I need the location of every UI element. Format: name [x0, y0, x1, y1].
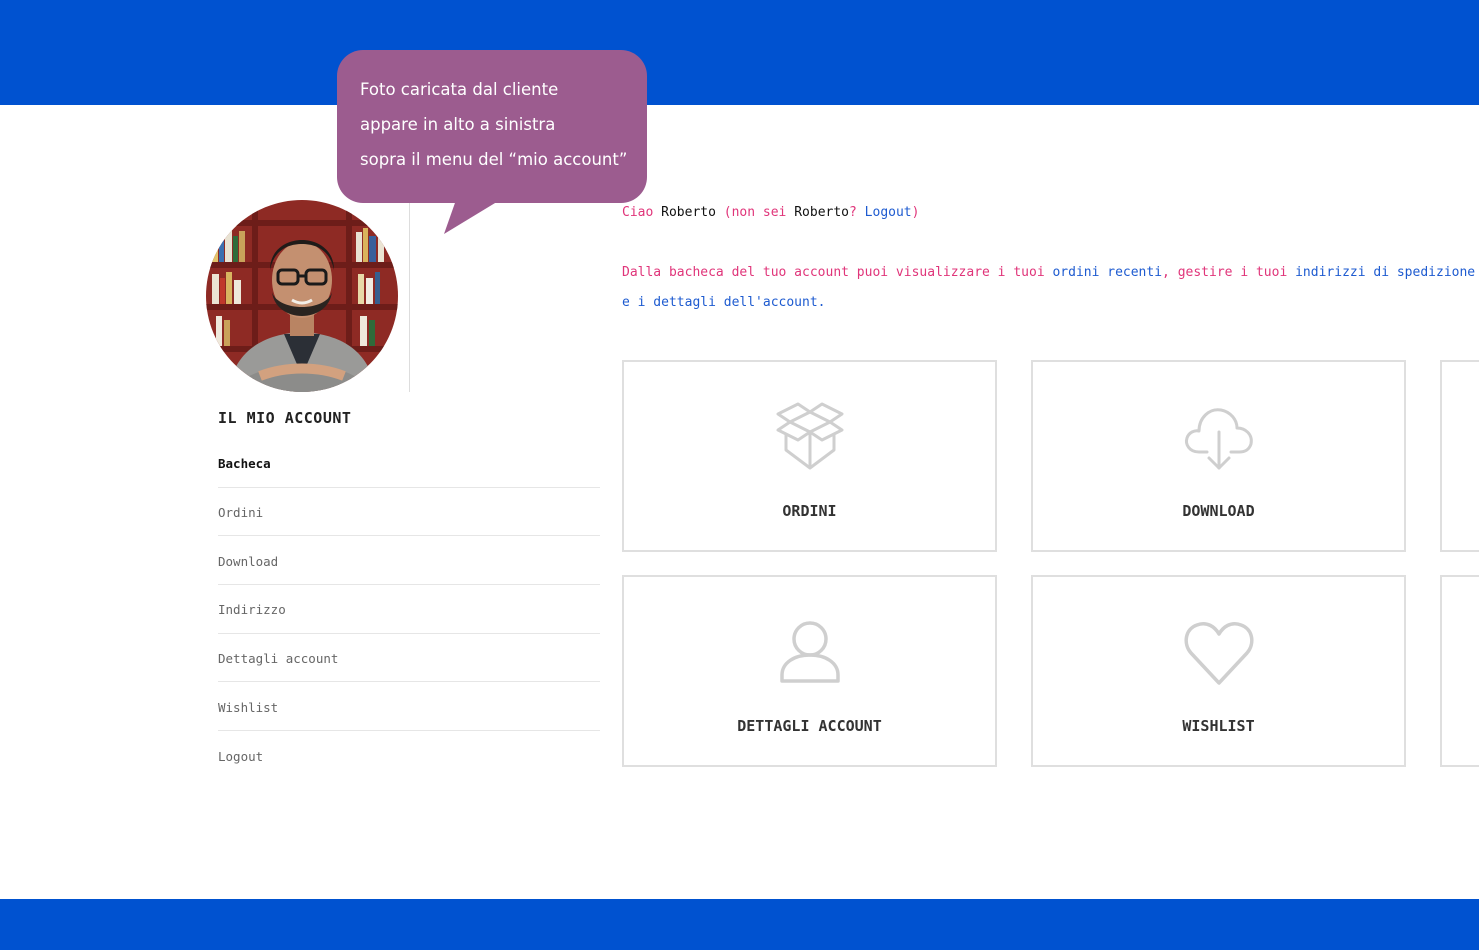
menu-item-logout[interactable]: Logout — [218, 731, 600, 780]
greeting-close: ) — [911, 205, 920, 220]
greeting-question: ? — [849, 205, 857, 220]
footer-band — [0, 899, 1479, 950]
callout-line: Foto caricata dal cliente — [360, 80, 559, 99]
tile-download[interactable]: DOWNLOAD — [1031, 360, 1406, 552]
menu-item-bacheca[interactable]: Bacheca — [218, 439, 600, 488]
greeting-name-2: Roberto — [794, 205, 850, 220]
tile-dettagli-account[interactable]: DETTAGLI ACCOUNT — [622, 575, 997, 767]
avatar-photo — [206, 200, 398, 392]
tile-label: DETTAGLI ACCOUNT — [737, 717, 882, 735]
avatar-divider — [409, 200, 410, 392]
tile-label: DOWNLOAD — [1182, 502, 1255, 520]
menu-item-dettagli-account[interactable]: Dettagli account — [218, 634, 600, 683]
callout-line: sopra il menu del “mio account” — [360, 150, 628, 169]
greeting-name: Roberto — [661, 205, 716, 220]
user-icon — [779, 621, 840, 683]
intro-text-1: Dalla bacheca del tuo account puoi visua… — [622, 265, 1045, 280]
menu-item-wishlist[interactable]: Wishlist — [218, 682, 600, 732]
heart-icon — [1183, 621, 1254, 685]
greeting-not: (non sei — [723, 205, 787, 220]
tile-label: WISHLIST — [1182, 717, 1255, 735]
greeting-hello: Ciao — [622, 205, 654, 220]
intro-text-2: , gestire i tuoi — [1162, 265, 1288, 280]
tile-partial-bottom[interactable] — [1440, 575, 1479, 767]
callout-line: appare in alto a sinistra — [360, 115, 556, 134]
callout-tail — [444, 200, 500, 234]
sidebar-title: IL MIO ACCOUNT — [218, 409, 352, 427]
menu-item-download[interactable]: Download — [218, 536, 600, 586]
intro-period: . — [817, 295, 826, 310]
header-band — [0, 0, 1479, 105]
cloud-download-icon — [1184, 408, 1253, 470]
greeting-logout-link[interactable]: Logout — [865, 205, 912, 220]
tile-wishlist[interactable]: WISHLIST — [1031, 575, 1406, 767]
recent-orders-link[interactable]: ordini recenti — [1052, 265, 1162, 280]
greeting-line: Ciao Roberto (non sei Roberto? Logout) — [622, 205, 919, 220]
account-details-link[interactable]: e i dettagli dell'account — [622, 295, 818, 310]
dashboard-intro: Dalla bacheca del tuo account puoi visua… — [622, 258, 1479, 318]
shipping-address-link[interactable]: indirizzi di spedizione — [1295, 265, 1475, 280]
tile-label: ORDINI — [782, 502, 837, 520]
tile-partial-top[interactable] — [1440, 360, 1479, 552]
menu-item-ordini[interactable]: Ordini — [218, 488, 600, 537]
menu-item-indirizzo[interactable]: Indirizzo — [218, 585, 600, 634]
tile-ordini[interactable]: ORDINI — [622, 360, 997, 552]
callout-bubble: Foto caricata dal cliente appare in alto… — [337, 50, 647, 203]
customer-avatar — [206, 200, 398, 392]
box-icon — [776, 402, 843, 470]
account-menu: Bacheca Ordini Download Indirizzo Dettag… — [218, 439, 600, 780]
